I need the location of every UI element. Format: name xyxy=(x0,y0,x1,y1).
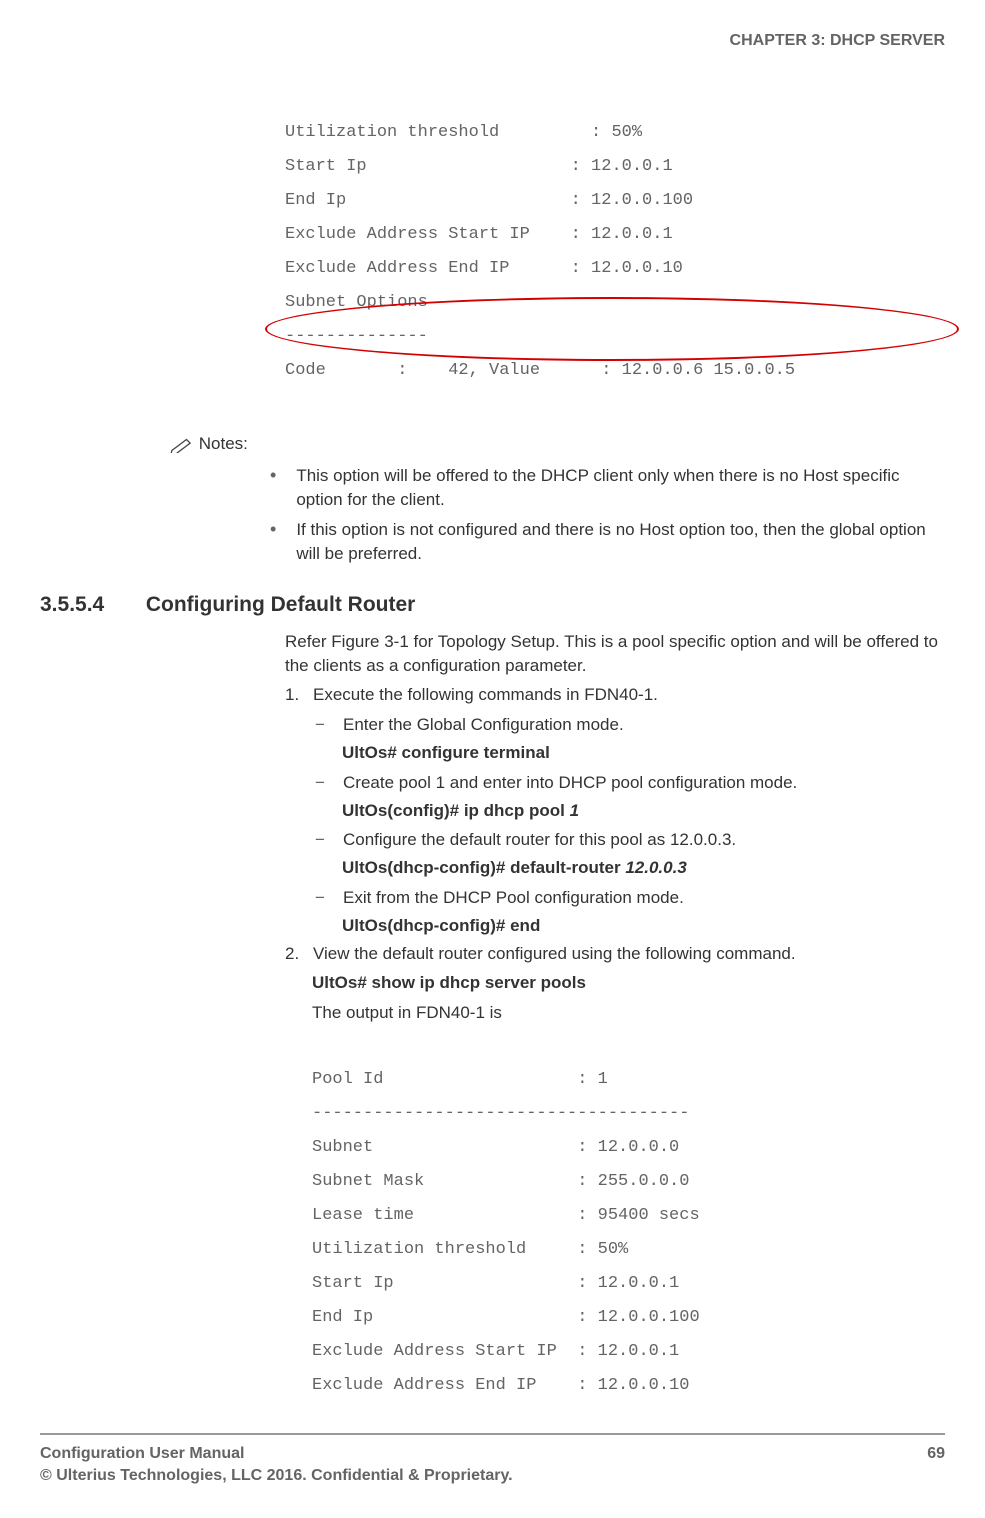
dash-icon: − xyxy=(315,713,343,737)
list-item: 1. Execute the following commands in FDN… xyxy=(285,683,945,707)
footer-left: Configuration User Manual © Ulterius Tec… xyxy=(40,1443,513,1488)
command-line: UltOs# configure terminal xyxy=(342,741,945,765)
code-line: End Ip : 12.0.0.100 xyxy=(312,1308,700,1327)
sub-list: − Exit from the DHCP Pool configuration … xyxy=(315,886,945,910)
code-output-bottom: Pool Id : 1 ----------------------------… xyxy=(312,1029,945,1403)
dash-icon: − xyxy=(315,886,343,910)
cmd-arg: 1 xyxy=(570,801,579,820)
code-line: -------------- xyxy=(285,327,428,346)
code-line: Code : 42, Value : 12.0.0.6 15.0.0.5 xyxy=(285,361,795,380)
code-line: Start Ip : 12.0.0.1 xyxy=(285,157,673,176)
footer-manual-title: Configuration User Manual xyxy=(40,1443,513,1465)
notes-bullet-list: • This option will be offered to the DHC… xyxy=(270,464,945,565)
cmd-prefix: UltOs(config)# ip dhcp pool xyxy=(342,801,570,820)
notes-label: Notes: xyxy=(199,434,248,453)
sub-text: Enter the Global Configuration mode. xyxy=(343,713,624,737)
code-line: Pool Id : 1 xyxy=(312,1070,608,1089)
sub-item: − Enter the Global Configuration mode. xyxy=(315,713,945,737)
dash-icon: − xyxy=(315,771,343,795)
code-line: Exclude Address End IP : 12.0.0.10 xyxy=(312,1376,689,1395)
sub-text: Create pool 1 and enter into DHCP pool c… xyxy=(343,771,797,795)
footer-divider xyxy=(40,1433,945,1435)
sub-list: − Create pool 1 and enter into DHCP pool… xyxy=(315,771,945,795)
code-line: ------------------------------------- xyxy=(312,1104,689,1123)
sub-item: − Exit from the DHCP Pool configuration … xyxy=(315,886,945,910)
bullet-item: • This option will be offered to the DHC… xyxy=(270,464,945,512)
dash-icon: − xyxy=(315,828,343,852)
notes-row: Notes: xyxy=(170,432,945,456)
bullet-item: • If this option is not configured and t… xyxy=(270,518,945,566)
command-line: UltOs(dhcp-config)# default-router 12.0.… xyxy=(342,856,945,880)
page-footer: Configuration User Manual © Ulterius Tec… xyxy=(40,1443,945,1488)
section-title: Configuring Default Router xyxy=(146,593,415,616)
page-number: 69 xyxy=(927,1443,945,1488)
code-line: Exclude Address Start IP : 12.0.0.1 xyxy=(312,1342,679,1361)
output-label: The output in FDN40-1 is xyxy=(312,1001,945,1025)
bullet-text: This option will be offered to the DHCP … xyxy=(296,464,945,512)
pencil-icon xyxy=(170,434,199,453)
sub-list: − Enter the Global Configuration mode. xyxy=(315,713,945,737)
numbered-list: 2. View the default router configured us… xyxy=(285,942,945,966)
bullet-dot-icon: • xyxy=(270,518,276,566)
code-line: Utilization threshold : 50% xyxy=(312,1240,628,1259)
code-line: Start Ip : 12.0.0.1 xyxy=(312,1274,679,1293)
sub-item: − Configure the default router for this … xyxy=(315,828,945,852)
bullet-text: If this option is not configured and the… xyxy=(296,518,945,566)
footer-copyright: © Ulterius Technologies, LLC 2016. Confi… xyxy=(40,1465,513,1487)
list-text: View the default router configured using… xyxy=(313,942,796,966)
command-line: UltOs(dhcp-config)# end xyxy=(342,914,945,938)
code-line: End Ip : 12.0.0.100 xyxy=(285,191,693,210)
code-line: Subnet Mask : 255.0.0.0 xyxy=(312,1172,689,1191)
command-line: UltOs(config)# ip dhcp pool 1 xyxy=(342,799,945,823)
list-text: Execute the following commands in FDN40-… xyxy=(313,683,658,707)
sub-text: Configure the default router for this po… xyxy=(343,828,736,852)
cmd-prefix: UltOs(dhcp-config)# default-router xyxy=(342,858,625,877)
list-item: 2. View the default router configured us… xyxy=(285,942,945,966)
cmd-arg: 12.0.0.3 xyxy=(625,858,686,877)
sub-item: − Create pool 1 and enter into DHCP pool… xyxy=(315,771,945,795)
list-marker: 2. xyxy=(285,942,313,966)
code-line: Subnet : 12.0.0.0 xyxy=(312,1138,679,1157)
chapter-header: CHAPTER 3: DHCP SERVER xyxy=(40,30,945,52)
sub-list: − Configure the default router for this … xyxy=(315,828,945,852)
section-number: 3.5.5.4 xyxy=(40,590,140,619)
section-heading: 3.5.5.4 Configuring Default Router xyxy=(40,590,945,619)
list-marker: 1. xyxy=(285,683,313,707)
section-intro: Refer Figure 3-1 for Topology Setup. Thi… xyxy=(285,630,945,678)
sub-text: Exit from the DHCP Pool configuration mo… xyxy=(343,886,684,910)
code-line: Subnet Options xyxy=(285,293,428,312)
code-line: Exclude Address End IP : 12.0.0.10 xyxy=(285,259,683,278)
code-output-top: Utilization threshold : 50% Start Ip : 1… xyxy=(285,82,945,422)
bullet-dot-icon: • xyxy=(270,464,276,512)
command-line: UltOs# show ip dhcp server pools xyxy=(312,971,945,995)
code-line: Exclude Address Start IP : 12.0.0.1 xyxy=(285,225,673,244)
code-line: Utilization threshold : 50% xyxy=(285,123,642,142)
code-line: Lease time : 95400 secs xyxy=(312,1206,700,1225)
numbered-list: 1. Execute the following commands in FDN… xyxy=(285,683,945,707)
